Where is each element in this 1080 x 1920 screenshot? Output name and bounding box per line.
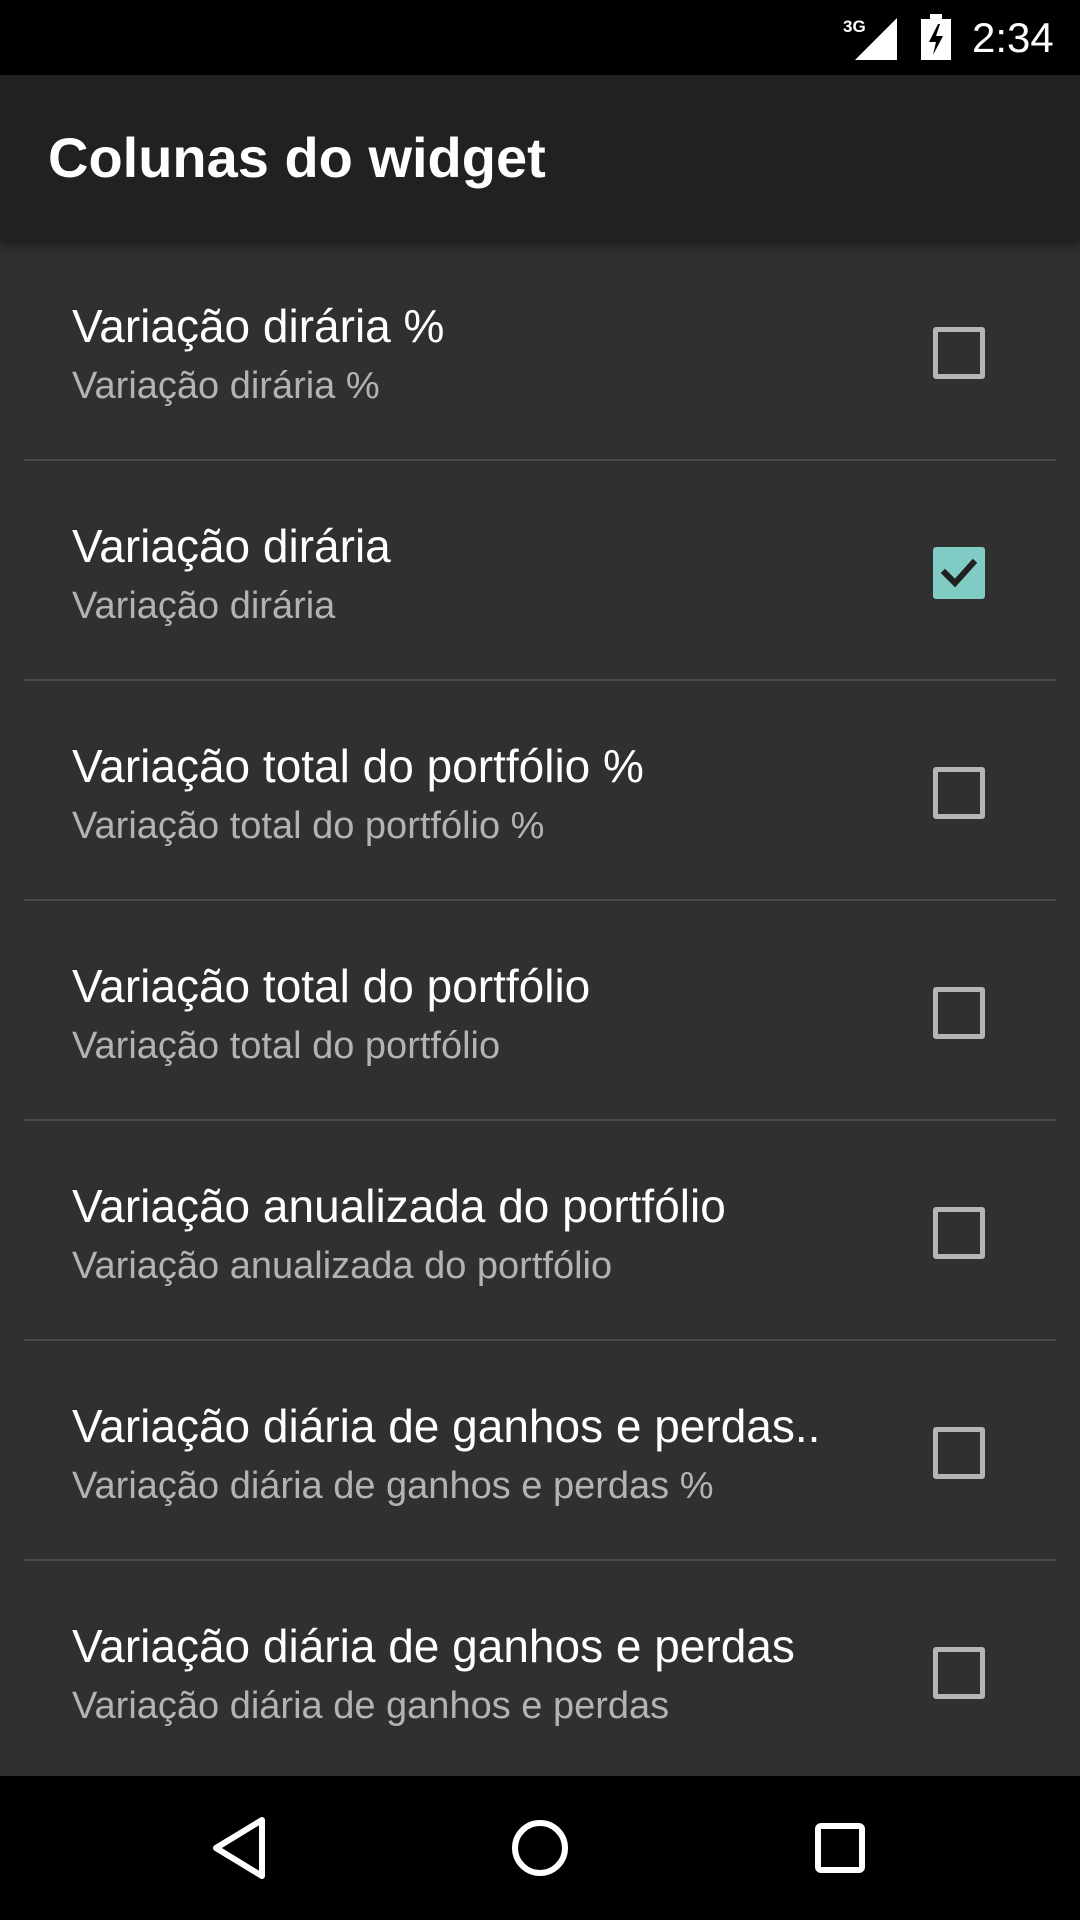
- home-button[interactable]: [498, 1806, 582, 1890]
- item-summary: Variação diária de ganhos e perdas %: [72, 1465, 714, 1507]
- battery-charging-icon: [921, 14, 951, 60]
- item-summary: Variação diária de ganhos e perdas: [72, 1685, 670, 1727]
- item-summary: Variação anualizada do portfólio: [72, 1245, 613, 1287]
- home-icon: [512, 1820, 568, 1876]
- checkbox[interactable]: [933, 1207, 985, 1259]
- checkmark-icon: [940, 558, 978, 588]
- screen: 3G 2:34 Colunas do widget Variação dirár…: [0, 0, 1080, 1920]
- item-label: Variação total do portfólio: [72, 960, 591, 1012]
- app-toolbar: Colunas do widget: [0, 75, 1080, 241]
- back-icon: [213, 1817, 265, 1879]
- checkbox[interactable]: [933, 767, 985, 819]
- checkbox[interactable]: [933, 1647, 985, 1699]
- list-item[interactable]: Variação anualizada do portfólio Variaçã…: [0, 1121, 1080, 1341]
- status-clock: 2:34: [972, 14, 1054, 61]
- item-label: Variação diária de ganhos e perdas: [72, 1620, 795, 1672]
- item-label: Variação dirária: [72, 520, 391, 572]
- item-label: Variação dirária %: [72, 300, 445, 352]
- item-summary: Variação total do portfólio %: [72, 805, 545, 847]
- list-item[interactable]: Variação diária de ganhos e perdas.. Var…: [0, 1341, 1080, 1561]
- recents-icon: [815, 1823, 865, 1873]
- recents-button[interactable]: [798, 1806, 882, 1890]
- checkbox[interactable]: [933, 987, 985, 1039]
- checkbox[interactable]: [933, 327, 985, 379]
- item-summary: Variação dirária %: [72, 365, 380, 407]
- list-item[interactable]: Variação total do portfólio % Variação t…: [0, 681, 1080, 901]
- item-summary: Variação dirária: [72, 585, 336, 627]
- checkbox[interactable]: [933, 1427, 985, 1479]
- column-options-list: Variação dirária % Variação dirária % Va…: [0, 241, 1080, 1776]
- item-summary: Variação total do portfólio: [72, 1025, 501, 1067]
- back-button[interactable]: [198, 1806, 282, 1890]
- page-title: Colunas do widget: [48, 126, 546, 189]
- svg-text:3G: 3G: [843, 17, 866, 36]
- checkbox-checked[interactable]: [933, 547, 985, 599]
- list-item[interactable]: Variação total do portfólio Variação tot…: [0, 901, 1080, 1121]
- item-label: Variação anualizada do portfólio: [72, 1180, 726, 1232]
- list-item[interactable]: Variação dirária Variação dirária: [0, 461, 1080, 681]
- item-label: Variação diária de ganhos e perdas..: [72, 1400, 821, 1452]
- item-label: Variação total do portfólio %: [72, 740, 644, 792]
- list-item[interactable]: Variação diária de ganhos e perdas Varia…: [0, 1561, 1080, 1776]
- signal-3g-icon: 3G: [843, 17, 897, 60]
- navigation-bar: [0, 1776, 1080, 1920]
- status-bar: 3G 2:34: [0, 0, 1080, 75]
- list-item[interactable]: Variação dirária % Variação dirária %: [0, 241, 1080, 461]
